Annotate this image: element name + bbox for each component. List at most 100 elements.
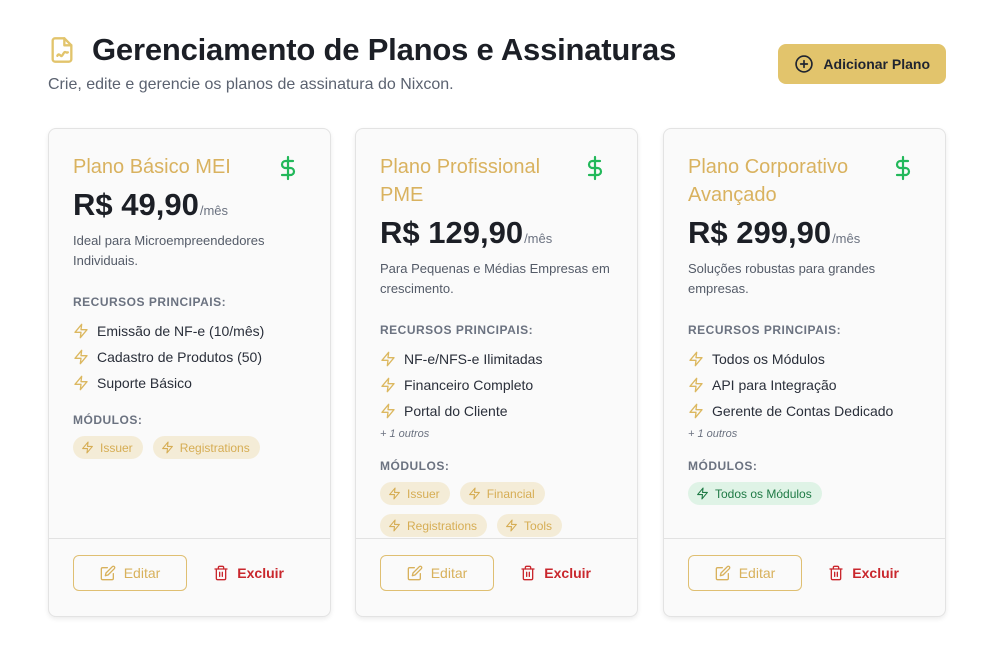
edit-label: Editar (738, 565, 776, 581)
edit-label: Editar (430, 565, 468, 581)
module-label: Todos os Módulos (715, 486, 812, 501)
module-list: Todos os Módulos (688, 482, 921, 505)
price-row: R$ 299,90 /mês (688, 215, 921, 251)
zap-icon (380, 403, 396, 419)
plan-card: Plano Corporativo Avançado R$ 299,90 /mê… (663, 128, 946, 617)
delete-button[interactable]: Excluir (213, 555, 284, 591)
zap-icon (81, 441, 94, 454)
price-row: R$ 129,90 /mês (380, 215, 613, 251)
trash-icon (828, 565, 844, 581)
feature-item: Portal do Cliente (380, 398, 613, 424)
plan-period: /mês (832, 231, 861, 246)
feature-item: Todos os Módulos (688, 346, 921, 372)
module-label: Registrations (407, 518, 478, 533)
dollar-sign-icon (891, 153, 917, 185)
dollar-sign-icon (583, 153, 609, 185)
feature-item: Gerente de Contas Dedicado (688, 398, 921, 424)
plan-name: Plano Básico MEI (73, 156, 231, 178)
card-footer: Editar Excluir (356, 538, 637, 616)
zap-icon (696, 487, 709, 500)
module-chip: Registrations (380, 514, 488, 537)
feature-list: Todos os Módulos API para Integração Ger… (688, 346, 921, 424)
zap-icon (688, 351, 704, 367)
file-signature-icon (48, 34, 78, 66)
delete-label: Excluir (237, 565, 284, 581)
delete-button[interactable]: Excluir (828, 555, 899, 591)
feature-item: Emissão de NF-e (10/mês) (73, 318, 306, 344)
feature-item: Cadastro de Produtos (50) (73, 344, 306, 370)
page-subtitle: Crie, edite e gerencie os planos de assi… (48, 76, 454, 93)
add-plan-button[interactable]: Adicionar Plano (778, 44, 946, 84)
plan-name: Plano Profissional PME (380, 156, 541, 206)
module-list: Issuer Financial Registrations Tools (380, 482, 613, 537)
feature-item: Financeiro Completo (380, 372, 613, 398)
edit-button[interactable]: Editar (688, 555, 802, 591)
zap-icon (468, 487, 481, 500)
card-footer: Editar Excluir (49, 538, 330, 616)
zap-icon (73, 375, 89, 391)
plan-description: Para Pequenas e Médias Empresas em cresc… (380, 261, 610, 296)
features-heading: RECURSOS PRINCIPAIS: (73, 295, 227, 309)
plan-description: Ideal para Microempreendedores Individua… (73, 233, 265, 268)
module-label: Issuer (407, 486, 440, 501)
plan-price: R$ 129,90 (380, 215, 524, 250)
delete-button[interactable]: Excluir (520, 555, 591, 591)
zap-icon (688, 403, 704, 419)
add-plan-label: Adicionar Plano (823, 56, 930, 72)
feature-item: Suporte Básico (73, 370, 306, 396)
module-chip: Issuer (380, 482, 450, 505)
feature-label: Portal do Cliente (404, 403, 508, 419)
plan-period: /mês (524, 231, 553, 246)
module-chip: Issuer (73, 436, 143, 459)
zap-icon (688, 377, 704, 393)
plan-card-body: Plano Básico MEI R$ 49,90 /mês Ideal par… (73, 153, 306, 459)
edit-button[interactable]: Editar (380, 555, 494, 591)
modules-heading: MÓDULOS: (688, 459, 758, 473)
feature-label: Cadastro de Produtos (50) (97, 349, 262, 365)
delete-label: Excluir (544, 565, 591, 581)
module-label: Financial (486, 486, 535, 501)
feature-label: Todos os Módulos (712, 351, 825, 367)
feature-item: NF-e/NFS-e Ilimitadas (380, 346, 613, 372)
module-chip: Registrations (152, 436, 260, 459)
module-chip: Todos os Módulos (688, 482, 822, 505)
feature-label: API para Integração (712, 377, 837, 393)
plan-period: /mês (199, 203, 228, 218)
price-row: R$ 49,90 /mês (73, 187, 306, 223)
more-features: + 1 outros (380, 428, 430, 440)
module-chip: Tools (497, 514, 563, 537)
card-footer: Editar Excluir (664, 538, 945, 616)
page-header: Gerenciamento de Planos e Assinaturas Cr… (48, 32, 946, 102)
trash-icon (213, 565, 229, 581)
modules-heading: MÓDULOS: (380, 459, 450, 473)
feature-label: Gerente de Contas Dedicado (712, 403, 894, 419)
zap-icon (380, 351, 396, 367)
plan-card-body: Plano Corporativo Avançado R$ 299,90 /mê… (688, 153, 921, 505)
zap-icon (505, 519, 518, 532)
module-label: Issuer (100, 440, 133, 455)
features-heading: RECURSOS PRINCIPAIS: (380, 323, 534, 337)
plan-card: Plano Básico MEI R$ 49,90 /mês Ideal par… (48, 128, 331, 617)
trash-icon (520, 565, 536, 581)
edit-icon (407, 565, 423, 581)
zap-icon (380, 377, 396, 393)
plan-price: R$ 49,90 (73, 187, 199, 222)
more-features: + 1 outros (688, 428, 738, 440)
plan-description: Soluções robustas para grandes empresas. (688, 261, 876, 296)
module-list: Issuer Registrations (73, 436, 306, 459)
zap-icon (388, 519, 401, 532)
features-heading: RECURSOS PRINCIPAIS: (688, 323, 842, 337)
feature-list: NF-e/NFS-e Ilimitadas Financeiro Complet… (380, 346, 613, 424)
dollar-sign-icon (276, 153, 302, 185)
plan-price: R$ 299,90 (688, 215, 832, 250)
edit-button[interactable]: Editar (73, 555, 187, 591)
feature-item: API para Integração (688, 372, 921, 398)
plan-name: Plano Corporativo Avançado (688, 156, 849, 206)
edit-label: Editar (123, 565, 161, 581)
feature-label: Financeiro Completo (404, 377, 534, 393)
module-label: Registrations (179, 440, 250, 455)
zap-icon (73, 323, 89, 339)
page-title: Gerenciamento de Planos e Assinaturas (92, 32, 677, 67)
feature-label: Suporte Básico (97, 375, 192, 391)
feature-list: Emissão de NF-e (10/mês) Cadastro de Pro… (73, 318, 306, 396)
